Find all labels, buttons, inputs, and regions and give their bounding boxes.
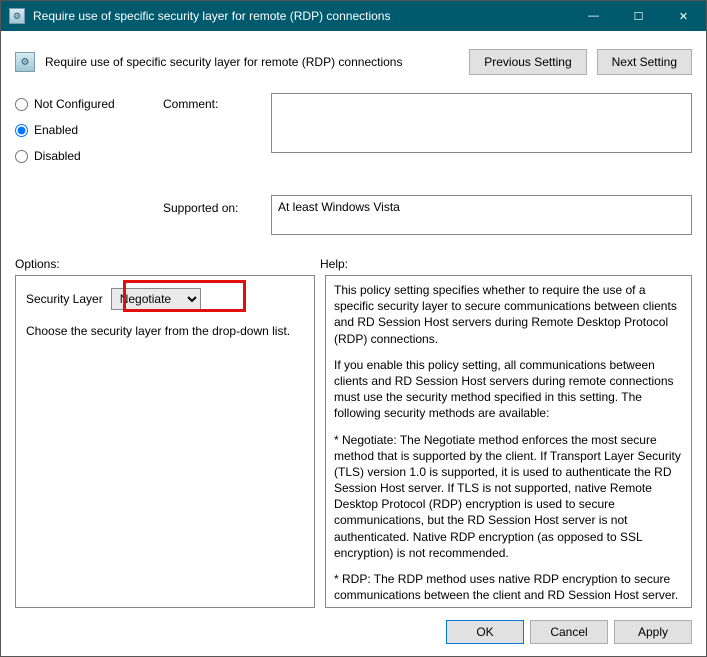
previous-setting-button[interactable]: Previous Setting	[469, 49, 586, 75]
options-panel: Security Layer NegotiateRDPSSL Choose th…	[15, 275, 315, 608]
radio-disabled[interactable]: Disabled	[15, 149, 155, 163]
radio-disabled-label: Disabled	[34, 149, 81, 163]
radio-enabled-input[interactable]	[15, 124, 28, 137]
policy-icon: ⚙	[9, 8, 25, 24]
window-controls: — ☐ ✕	[571, 1, 706, 31]
help-paragraph: * Negotiate: The Negotiate method enforc…	[334, 432, 683, 562]
panel-labels: Options: Help:	[15, 257, 692, 271]
state-grid: Not Configured Enabled Disabled Comment:…	[15, 93, 692, 239]
choose-layer-text: Choose the security layer from the drop-…	[26, 324, 304, 338]
radio-not-configured-input[interactable]	[15, 98, 28, 111]
supported-on-value: At least Windows Vista	[271, 195, 692, 235]
radio-enabled-label: Enabled	[34, 123, 78, 137]
window-title: Require use of specific security layer f…	[33, 9, 571, 23]
minimize-button[interactable]: —	[571, 1, 616, 31]
supported-on-label: Supported on:	[163, 195, 263, 215]
radio-not-configured-label: Not Configured	[34, 97, 115, 111]
security-layer-label: Security Layer	[26, 292, 103, 306]
comment-label: Comment:	[163, 93, 263, 111]
policy-header-icon: ⚙	[15, 52, 35, 72]
maximize-button[interactable]: ☐	[616, 1, 661, 31]
header-row: ⚙ Require use of specific security layer…	[15, 49, 692, 75]
help-label: Help:	[320, 257, 692, 271]
help-paragraph: * RDP: The RDP method uses native RDP en…	[334, 571, 683, 603]
titlebar: ⚙ Require use of specific security layer…	[1, 1, 706, 31]
comment-textarea[interactable]	[271, 93, 692, 153]
ok-button[interactable]: OK	[446, 620, 524, 644]
close-button[interactable]: ✕	[661, 1, 706, 31]
security-layer-select[interactable]: NegotiateRDPSSL	[111, 288, 201, 310]
apply-button[interactable]: Apply	[614, 620, 692, 644]
help-paragraph: This policy setting specifies whether to…	[334, 282, 683, 347]
options-label: Options:	[15, 257, 320, 271]
panels: Security Layer NegotiateRDPSSL Choose th…	[15, 275, 692, 608]
next-setting-button[interactable]: Next Setting	[597, 49, 692, 75]
cancel-button[interactable]: Cancel	[530, 620, 608, 644]
radio-disabled-input[interactable]	[15, 150, 28, 163]
radio-not-configured[interactable]: Not Configured	[15, 97, 155, 111]
radio-enabled[interactable]: Enabled	[15, 123, 155, 137]
help-panel[interactable]: This policy setting specifies whether to…	[325, 275, 692, 608]
help-paragraph: If you enable this policy setting, all c…	[334, 357, 683, 422]
footer-buttons: OK Cancel Apply	[15, 608, 692, 644]
policy-title: Require use of specific security layer f…	[45, 55, 459, 69]
